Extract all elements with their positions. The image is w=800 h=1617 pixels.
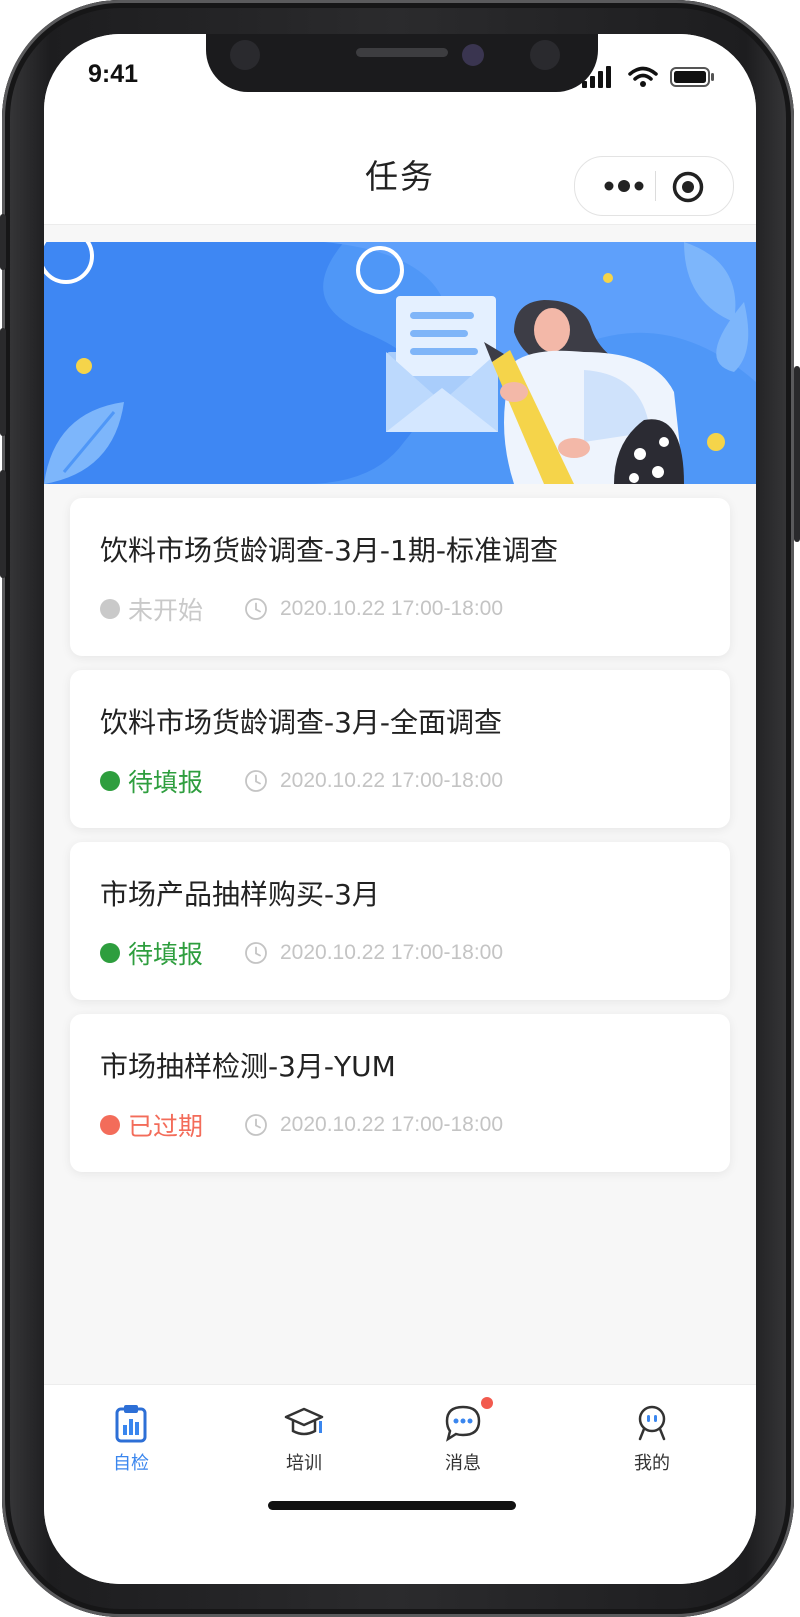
device-notch — [206, 34, 598, 92]
front-camera — [230, 40, 260, 70]
task-meta: 待填报 2020.10.22 17:00-18:00 — [100, 936, 503, 970]
clock-icon — [245, 1114, 267, 1136]
app-screen: 9:41 任务 饮料市场货龄调查-3月-1期-标准调查 未开始 2020.10.… — [44, 34, 756, 1584]
wifi-icon — [628, 66, 658, 87]
task-meta: 未开始 2020.10.22 17:00-18:00 — [100, 592, 503, 626]
home-indicator[interactable] — [268, 1501, 516, 1510]
task-status: 待填报 — [128, 940, 204, 969]
task-time: 2020.10.22 17:00-18:00 — [280, 597, 504, 620]
status-dot — [100, 771, 120, 791]
task-title: 饮料市场货龄调查-3月-1期-标准调查 — [100, 534, 558, 567]
task-meta: 待填报 2020.10.22 17:00-18:00 — [100, 764, 503, 798]
status-time: 9:41 — [88, 60, 139, 88]
tab-label-messages: 消息 — [445, 1453, 481, 1474]
task-status: 未开始 — [128, 596, 204, 625]
unread-badge-dot — [481, 1397, 493, 1409]
proximity-sensor — [530, 40, 560, 70]
mini-program-capsule — [574, 156, 734, 216]
clock-icon — [245, 770, 267, 792]
chat-bubble-icon — [443, 1397, 493, 1443]
tab-mine[interactable]: 我的 — [592, 1403, 712, 1475]
side-button-volume-up — [0, 328, 6, 436]
task-time: 2020.10.22 17:00-18:00 — [280, 769, 504, 792]
earpiece-speaker — [356, 48, 448, 57]
status-dot — [100, 1115, 120, 1135]
task-time: 2020.10.22 17:00-18:00 — [280, 1113, 504, 1136]
tab-label-training: 培训 — [286, 1453, 322, 1474]
clipboard-chart-icon — [111, 1403, 151, 1443]
task-card[interactable]: 市场抽样检测-3月-YUM 已过期 2020.10.22 17:00-18:00 — [70, 1014, 730, 1172]
battery-icon — [670, 67, 714, 87]
task-title: 市场抽样检测-3月-YUM — [100, 1050, 396, 1083]
task-time: 2020.10.22 17:00-18:00 — [280, 941, 504, 964]
task-status: 待填报 — [128, 768, 204, 797]
clock-icon — [245, 942, 267, 964]
capsule-divider — [655, 171, 656, 201]
graduation-cap-icon — [284, 1403, 324, 1443]
status-bar: 9:41 — [44, 34, 756, 114]
tab-bar: 自检 培训 消息 我的 — [44, 1384, 756, 1584]
tab-messages[interactable]: 消息 — [403, 1397, 523, 1475]
task-card[interactable]: 市场产品抽样购买-3月 待填报 2020.10.22 17:00-18:00 — [70, 842, 730, 1000]
banner-illustration — [44, 242, 756, 484]
status-icons — [582, 64, 716, 90]
clock-icon — [245, 598, 267, 620]
tab-label-mine: 我的 — [634, 1453, 670, 1474]
status-dot — [100, 943, 120, 963]
task-meta: 已过期 2020.10.22 17:00-18:00 — [100, 1108, 503, 1142]
more-dots-icon[interactable] — [597, 171, 653, 201]
side-button-power — [794, 366, 800, 542]
face-id-sensor — [462, 44, 484, 66]
tab-training[interactable]: 培训 — [244, 1403, 364, 1475]
side-button-silent — [0, 214, 6, 270]
close-target-icon[interactable] — [671, 170, 705, 204]
side-button-volume-down — [0, 470, 6, 578]
task-title: 饮料市场货龄调查-3月-全面调查 — [100, 706, 503, 739]
task-list: 饮料市场货龄调查-3月-1期-标准调查 未开始 2020.10.22 17:00… — [70, 498, 730, 1186]
task-status: 已过期 — [128, 1112, 204, 1141]
tab-label-self-check: 自检 — [113, 1453, 149, 1474]
tab-self-check[interactable]: 自检 — [71, 1403, 191, 1475]
task-title: 市场产品抽样购买-3月 — [100, 878, 380, 911]
user-icon — [632, 1403, 672, 1443]
task-card[interactable]: 饮料市场货龄调查-3月-全面调查 待填报 2020.10.22 17:00-18… — [70, 670, 730, 828]
task-card[interactable]: 饮料市场货龄调查-3月-1期-标准调查 未开始 2020.10.22 17:00… — [70, 498, 730, 656]
navigation-bar: 任务 — [44, 114, 756, 225]
status-dot — [100, 599, 120, 619]
